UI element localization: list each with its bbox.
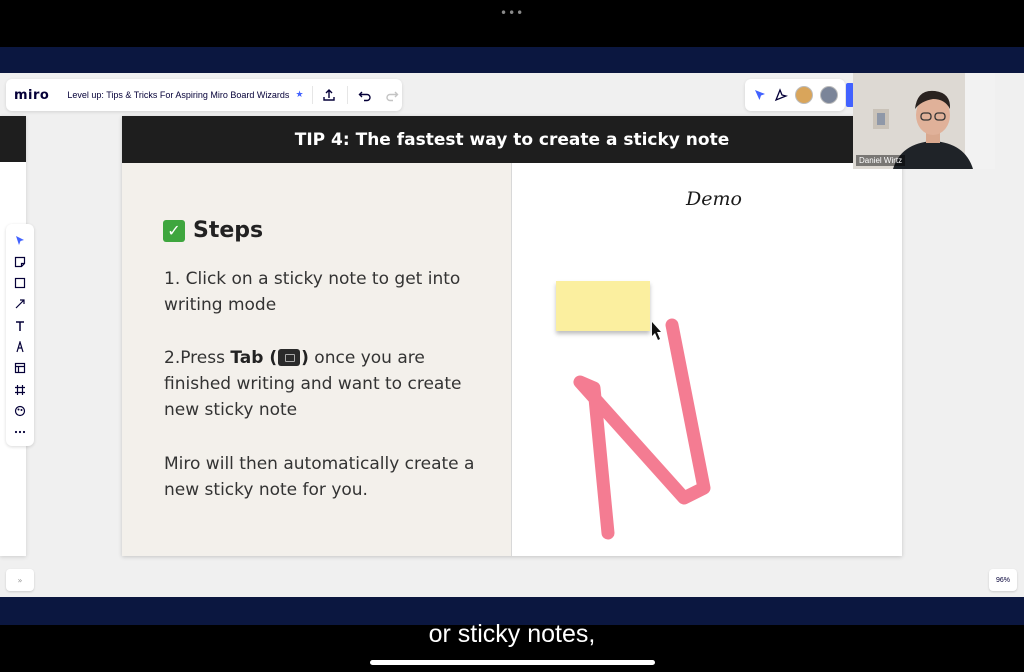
palette-icon xyxy=(14,405,26,416)
frame-tool[interactable] xyxy=(10,380,30,399)
window-menu-dots[interactable]: ••• xyxy=(500,6,524,20)
cursor-arrow-icon xyxy=(754,90,765,100)
export-button[interactable] xyxy=(318,84,339,106)
star-icon[interactable]: ★ xyxy=(295,90,303,100)
steps-heading: ✓ Steps xyxy=(163,218,263,243)
apps-tool[interactable] xyxy=(10,401,30,420)
text-icon xyxy=(16,320,24,331)
demo-label: Demo xyxy=(686,188,742,210)
step-2-prefix: 2.Press xyxy=(164,348,231,368)
video-caption: or sticky notes, xyxy=(428,620,596,648)
reaction-icon xyxy=(774,88,788,102)
divider xyxy=(347,86,349,104)
step-2-text: 2.Press Tab () once you are finished wri… xyxy=(164,348,462,420)
arrow-icon xyxy=(15,299,25,309)
tip-frame[interactable]: TIP 4: The fastest way to create a stick… xyxy=(122,116,902,556)
select-tool[interactable] xyxy=(10,231,30,250)
closing-text: Miro will then automatically create a ne… xyxy=(164,454,475,500)
miro-logo[interactable]: miro xyxy=(14,88,49,103)
zoom-level[interactable]: 96% xyxy=(989,569,1017,591)
sticky-note-icon xyxy=(14,256,26,267)
home-indicator[interactable] xyxy=(370,660,655,665)
checkmark-icon: ✓ xyxy=(163,219,185,242)
square-icon xyxy=(14,277,26,289)
adjacent-frame-header xyxy=(0,116,26,162)
redo-button[interactable] xyxy=(381,84,402,106)
step-1-text: 1. Click on a sticky note to get into wr… xyxy=(164,269,461,315)
frame-icon xyxy=(15,384,25,395)
undo-button[interactable] xyxy=(354,84,375,106)
board-topbar: miro Level up: Tips & Tricks For Aspirin… xyxy=(6,79,402,111)
collaboration-bar xyxy=(745,79,845,111)
expand-panel-button[interactable]: » xyxy=(6,569,34,591)
participant-video[interactable]: Daniel Wirtz xyxy=(853,73,995,169)
creation-toolbar xyxy=(6,224,34,446)
steps-panel: ✓ Steps 1. Click on a sticky note to get… xyxy=(122,163,512,556)
more-tools-button[interactable] xyxy=(10,423,30,442)
pen-tool[interactable] xyxy=(10,337,30,356)
sticky-note-tool[interactable] xyxy=(10,252,30,271)
upload-icon xyxy=(323,89,335,101)
undo-icon xyxy=(358,91,371,102)
board-title[interactable]: Level up: Tips & Tricks For Aspiring Mir… xyxy=(67,90,289,100)
mouse-cursor-icon xyxy=(652,322,661,340)
frame-header: TIP 4: The fastest way to create a stick… xyxy=(122,116,902,163)
pen-icon xyxy=(16,340,24,353)
more-icon xyxy=(14,431,26,434)
connection-line-tool[interactable] xyxy=(10,295,30,314)
top-letterbox xyxy=(0,47,1024,73)
avatar[interactable] xyxy=(794,86,813,104)
template-icon xyxy=(14,363,26,374)
text-tool[interactable] xyxy=(10,316,30,335)
redo-icon xyxy=(385,91,399,102)
steps-title: Steps xyxy=(193,218,264,243)
tab-key-label: Tab xyxy=(230,348,264,368)
participant-name: Daniel Wirtz xyxy=(856,155,906,166)
cursor-icon xyxy=(16,235,24,245)
shape-tool[interactable] xyxy=(10,274,30,293)
tab-key-icon xyxy=(278,349,301,366)
template-tool[interactable] xyxy=(10,359,30,378)
avatar[interactable] xyxy=(819,86,838,104)
pen-stroke-drawing xyxy=(573,318,711,540)
frame-title: TIP 4: The fastest way to create a stick… xyxy=(294,129,730,150)
divider xyxy=(311,86,313,104)
